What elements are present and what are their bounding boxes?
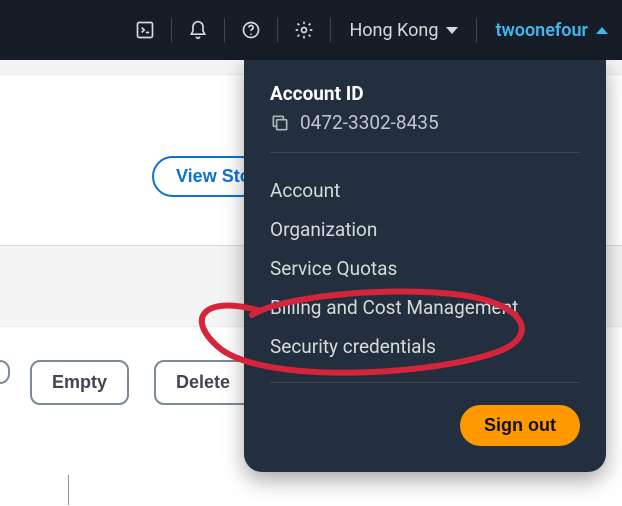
region-selector[interactable]: Hong Kong (331, 20, 476, 41)
help-icon[interactable] (225, 13, 277, 47)
sign-out-button[interactable]: Sign out (460, 405, 580, 446)
account-id-value: 0472-3302-8435 (300, 111, 439, 134)
empty-button[interactable]: Empty (30, 360, 129, 405)
menu-item-service-quotas[interactable]: Service Quotas (270, 249, 580, 288)
account-dropdown: Account ID 0472-3302-8435 Account Organi… (244, 60, 606, 472)
cloudshell-icon[interactable] (119, 13, 171, 47)
region-label: Hong Kong (349, 20, 438, 41)
settings-icon[interactable] (278, 13, 330, 47)
divider (270, 382, 580, 383)
account-id-label: Account ID (270, 82, 580, 105)
menu-item-billing[interactable]: Billing and Cost Management (270, 288, 580, 327)
delete-button[interactable]: Delete (154, 360, 252, 405)
menu-item-organization[interactable]: Organization (270, 210, 580, 249)
divider (270, 152, 580, 153)
menu-item-security-credentials[interactable]: Security credentials (270, 327, 580, 366)
user-menu-trigger[interactable]: twoonefour (477, 20, 608, 41)
account-id-row[interactable]: 0472-3302-8435 (270, 111, 580, 134)
copy-icon[interactable] (270, 113, 290, 133)
column-divider (68, 475, 69, 505)
notifications-icon[interactable] (172, 13, 224, 47)
menu-item-account[interactable]: Account (270, 171, 580, 210)
username: twoonefour (495, 20, 588, 41)
caret-down-icon (446, 27, 458, 34)
caret-up-icon (596, 27, 608, 34)
topbar: Hong Kong twoonefour (0, 0, 622, 60)
